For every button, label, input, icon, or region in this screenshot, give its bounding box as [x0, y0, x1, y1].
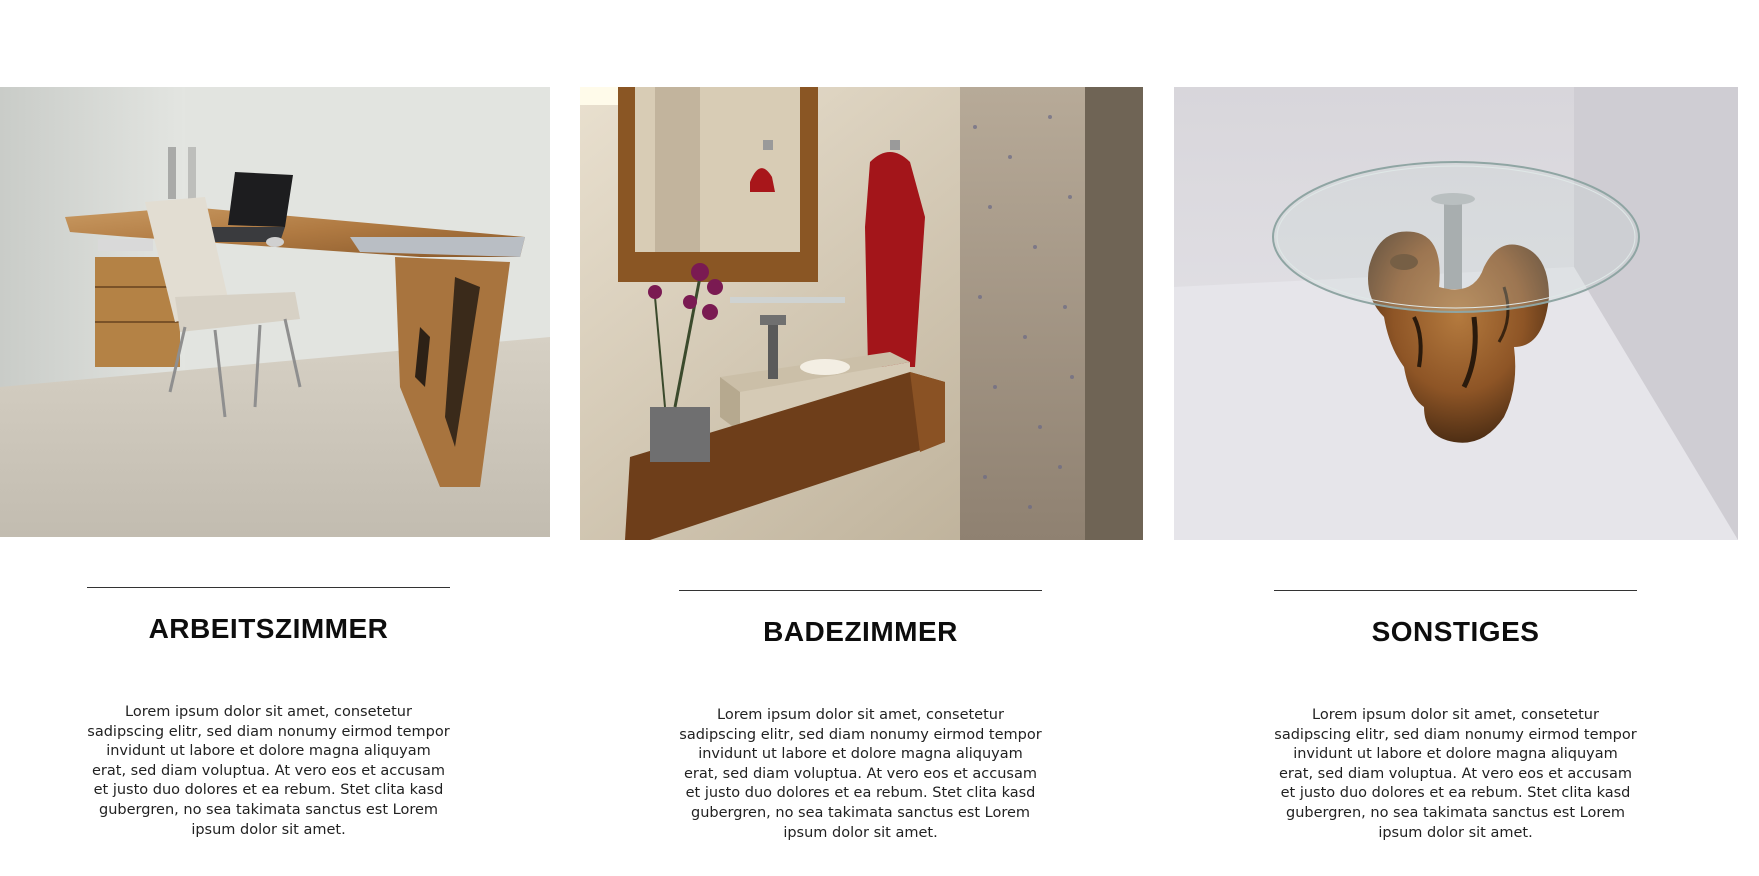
bathroom-image — [580, 87, 1143, 540]
title-divider — [1274, 590, 1637, 591]
title-divider — [679, 590, 1042, 591]
category-description: Lorem ipsum dolor sit amet, consetetur s… — [87, 704, 450, 838]
category-title[interactable]: BADEZIMMER — [679, 616, 1042, 648]
category-card-sonstiges: SONSTIGES Lorem ipsum dolor sit amet, co… — [1174, 87, 1738, 841]
title-divider — [87, 587, 450, 588]
bathroom-photo[interactable] — [580, 87, 1143, 540]
desk-photo[interactable] — [0, 87, 550, 537]
category-title[interactable]: ARBEITSZIMMER — [87, 613, 450, 645]
category-description: Lorem ipsum dolor sit amet, consetetur s… — [679, 707, 1042, 841]
category-description: Lorem ipsum dolor sit amet, consetetur s… — [1274, 707, 1637, 841]
desk-image — [0, 87, 550, 537]
table-image — [1174, 87, 1738, 540]
category-card-arbeitszimmer: ARBEITSZIMMER Lorem ipsum dolor sit amet… — [0, 87, 562, 838]
table-photo[interactable] — [1174, 87, 1738, 540]
category-title[interactable]: SONSTIGES — [1274, 616, 1637, 648]
category-card-badezimmer: BADEZIMMER Lorem ipsum dolor sit amet, c… — [580, 87, 1143, 841]
